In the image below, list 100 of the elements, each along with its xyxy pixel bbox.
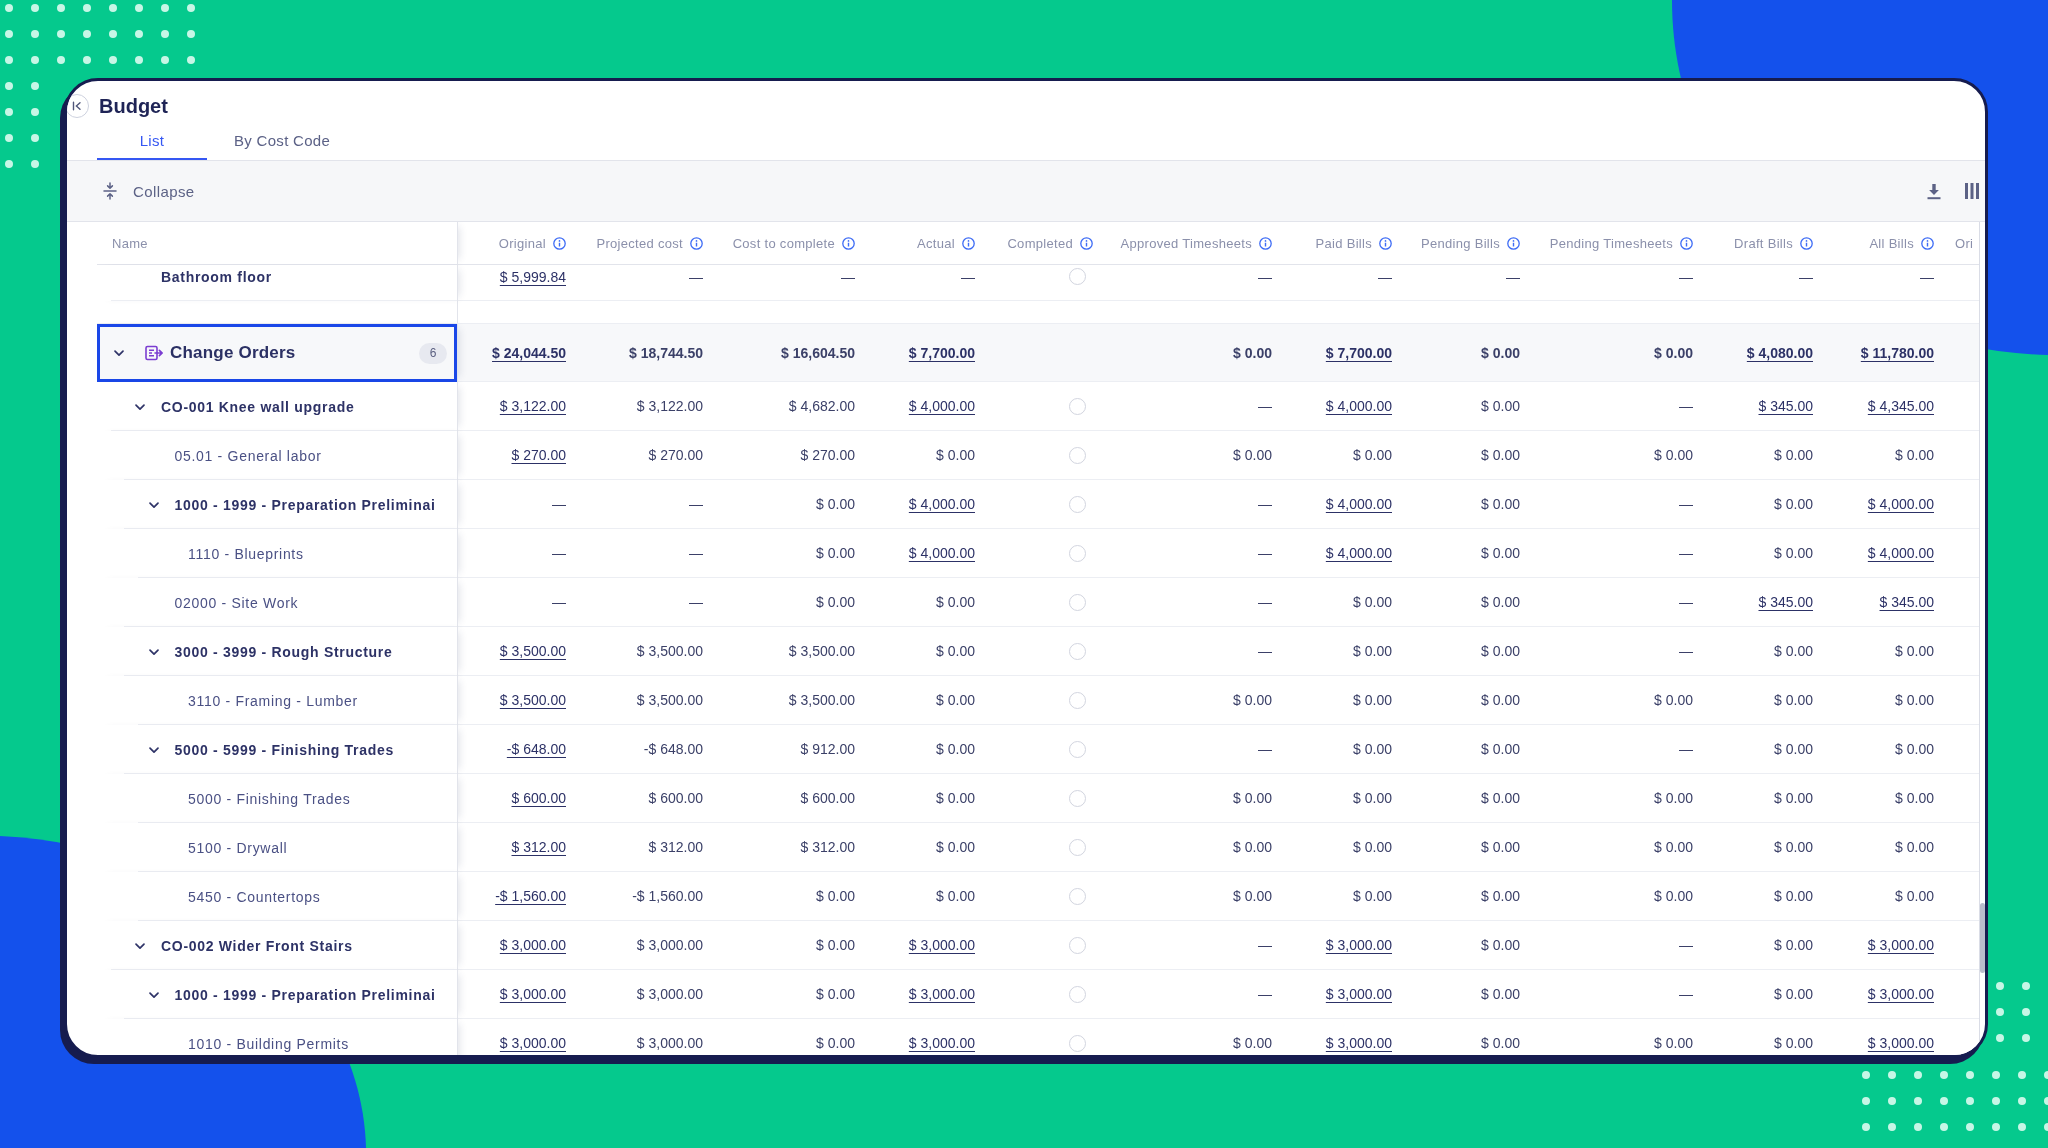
amount-link[interactable]: $ 3,000.00 [1325,936,1392,954]
cell-value: $ 0.00 [1233,887,1272,905]
amount-link[interactable]: $ 5,999.84 [499,268,566,286]
completion-checkbox[interactable] [1069,446,1086,464]
scrollbar-thumb[interactable] [1980,903,1985,973]
amount-link[interactable]: $ 3,000.00 [1325,985,1392,1003]
info-icon[interactable] [1921,236,1934,250]
completion-checkbox[interactable] [1069,495,1086,513]
completion-checkbox[interactable] [1069,691,1086,709]
column-header: Ori [1955,235,1974,251]
completion-checkbox[interactable] [1069,1034,1086,1052]
amount-link[interactable]: $ 312.00 [511,838,566,856]
info-icon[interactable] [553,236,566,250]
completion-checkbox[interactable] [1069,642,1086,660]
completion-checkbox[interactable] [1069,740,1086,758]
cell-value: $ 312.00 [800,838,855,856]
completion-checkbox[interactable] [1069,593,1086,611]
column-header: All Bills [1869,235,1914,251]
amount-link[interactable]: $ 4,000.00 [908,544,975,562]
amount-link[interactable]: $ 4,000.00 [908,495,975,513]
amount-link[interactable]: $ 600.00 [511,789,566,807]
completion-checkbox[interactable] [1069,936,1086,954]
amount-link[interactable]: $ 3,500.00 [499,642,566,660]
completion-checkbox[interactable] [1069,887,1086,905]
amount-link[interactable]: $ 7,700.00 [908,343,975,362]
info-icon[interactable] [1507,236,1520,250]
cell-value: — [1258,642,1272,660]
columns-icon[interactable] [1965,183,1979,199]
amount-link[interactable]: $ 24,044.50 [492,343,566,362]
info-icon[interactable] [1259,236,1272,250]
amount-link[interactable]: $ 345.00 [1758,397,1813,415]
cell-value: $ 0.00 [816,1034,855,1052]
completion-checkbox[interactable] [1069,789,1086,807]
completion-checkbox[interactable] [1069,397,1086,415]
completion-checkbox[interactable] [1069,985,1086,1003]
info-icon[interactable] [1379,236,1392,250]
completion-checkbox[interactable] [1069,544,1086,562]
cell-value: $ 0.00 [1481,985,1520,1003]
cell-value: $ 312.00 [648,838,703,856]
column-header: Projected cost [596,235,683,251]
completion-checkbox[interactable] [1069,838,1086,856]
tab[interactable]: By Cost Code [207,122,358,160]
chevron-bar-left-icon [72,100,82,111]
cell-value: $ 3,500.00 [788,642,855,660]
collapse-icon [103,182,117,200]
amount-link[interactable]: $ 3,000.00 [499,936,566,954]
amount-link[interactable]: -$ 648.00 [506,740,566,758]
amount-link[interactable]: -$ 1,560.00 [495,887,566,905]
cell-value: -$ 648.00 [643,740,703,758]
amount-link[interactable]: $ 4,080.00 [1746,343,1813,362]
amount-link[interactable]: $ 4,000.00 [1867,495,1934,513]
amount-link[interactable]: $ 11,780.00 [1860,343,1934,362]
info-icon[interactable] [1080,236,1093,250]
amount-link[interactable]: $ 3,000.00 [1867,936,1934,954]
amount-link[interactable]: $ 4,000.00 [908,397,975,415]
info-icon[interactable] [962,236,975,250]
amount-link[interactable]: $ 4,345.00 [1867,397,1934,415]
cell-value: — [841,268,855,286]
amount-link[interactable]: $ 270.00 [511,446,566,464]
amount-link[interactable]: $ 4,000.00 [1867,544,1934,562]
amount-link[interactable]: $ 3,000.00 [499,985,566,1003]
completion-checkbox[interactable] [1069,268,1086,285]
cell-value: — [1679,740,1693,758]
amount-link[interactable]: $ 3,000.00 [908,985,975,1003]
info-icon[interactable] [842,236,855,250]
amount-link[interactable]: $ 3,500.00 [499,691,566,709]
amount-link[interactable]: $ 4,000.00 [1325,544,1392,562]
cell-value: $ 4,682.00 [788,397,855,415]
info-icon[interactable] [1800,236,1813,250]
cell-value: $ 270.00 [800,446,855,464]
amount-link[interactable]: $ 3,000.00 [908,1034,975,1052]
cell-value: $ 0.00 [1353,887,1392,905]
cell-value: $ 0.00 [1774,789,1813,807]
amount-link[interactable]: $ 4,000.00 [1325,495,1392,513]
amount-link[interactable]: $ 7,700.00 [1325,343,1392,362]
cell-value: $ 0.00 [1233,446,1272,464]
download-icon[interactable] [1926,182,1942,200]
column-header: Pending Bills [1420,235,1500,251]
cell-value: $ 0.00 [1481,1034,1520,1052]
column-header: Paid Bills [1315,235,1372,251]
cell-value: $ 0.00 [1481,691,1520,709]
collapse-button[interactable]: Collapse [103,182,195,200]
amount-link[interactable]: $ 345.00 [1758,593,1813,611]
info-icon[interactable] [1680,236,1693,250]
section-title: Change Orders [170,343,296,363]
info-icon[interactable] [690,236,703,250]
cell-value: $ 16,604.50 [781,343,855,362]
amount-link[interactable]: $ 3,000.00 [908,936,975,954]
name-cell[interactable]: Change Orders 6 [97,324,458,382]
cell-value: — [1679,642,1693,660]
row-name: 1110 - Blueprints [188,544,304,563]
amount-link[interactable]: $ 3,000.00 [499,1034,566,1052]
amount-link[interactable]: $ 345.00 [1879,593,1934,611]
amount-link[interactable]: $ 3,122.00 [499,397,566,415]
amount-link[interactable]: $ 3,000.00 [1867,985,1934,1003]
amount-link[interactable]: $ 3,000.00 [1867,1034,1934,1052]
amount-link[interactable]: $ 3,000.00 [1325,1034,1392,1052]
cell-value: $ 3,000.00 [636,1034,703,1052]
sidebar-toggle-button[interactable] [67,93,89,118]
amount-link[interactable]: $ 4,000.00 [1325,397,1392,415]
